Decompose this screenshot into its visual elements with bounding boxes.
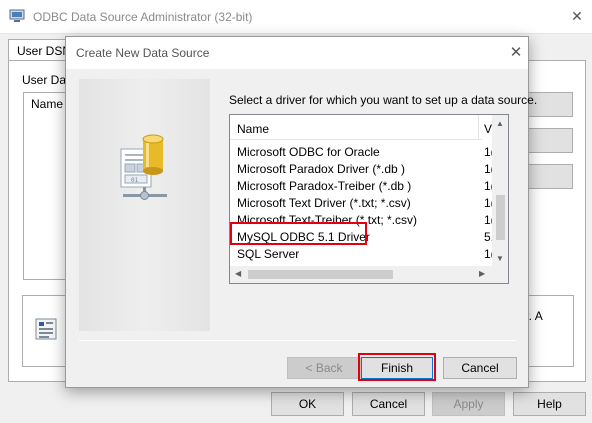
driver-name: SQL Server	[237, 247, 300, 261]
window-title: ODBC Data Source Administrator (32-bit)	[33, 10, 253, 24]
scroll-up-icon[interactable]: ▲	[496, 119, 504, 128]
wizard-graphic-panel: 01	[79, 79, 210, 331]
help-button[interactable]: Help	[513, 392, 586, 416]
driver-prompt: Select a driver for which you want to se…	[229, 93, 538, 107]
driver-version: 1(	[484, 213, 492, 227]
driver-version: 1(	[484, 247, 492, 261]
dialog-title: Create New Data Source	[76, 46, 210, 60]
driver-version: 5.	[484, 230, 492, 244]
horizontal-scroll-thumb[interactable]	[248, 270, 393, 279]
finish-button-highlight	[358, 353, 436, 381]
driver-version: 1(	[484, 162, 492, 176]
driver-version: 1(	[484, 196, 492, 210]
apply-button[interactable]: Apply	[432, 392, 505, 416]
svg-text:01: 01	[131, 177, 139, 184]
dsn-info-icon	[35, 318, 57, 340]
driver-version: 1(	[484, 145, 492, 159]
driver-name: Microsoft Text Driver (*.txt; *.csv)	[237, 196, 411, 210]
driver-row[interactable]: Microsoft ODBC for Oracle 1(	[230, 143, 492, 160]
scroll-right-icon[interactable]: ▶	[479, 269, 485, 278]
driver-row[interactable]: SQL Server 1(	[230, 245, 492, 262]
vertical-scrollbar[interactable]: ▲ ▼	[492, 115, 508, 266]
driver-row[interactable]: Microsoft Text Driver (*.txt; *.csv) 1(	[230, 194, 492, 211]
back-button[interactable]: < Back	[287, 357, 361, 379]
cancel-button[interactable]: Cancel	[352, 392, 425, 416]
driver-row[interactable]: Microsoft Paradox Driver (*.db ) 1(	[230, 160, 492, 177]
driver-list-header: Name V	[230, 115, 492, 140]
window-titlebar: ODBC Data Source Administrator (32-bit) …	[0, 0, 592, 34]
close-icon[interactable]: ✕	[566, 6, 588, 26]
scroll-left-icon[interactable]: ◀	[235, 269, 241, 278]
tab-user-dsn[interactable]: User DSN	[8, 39, 68, 61]
close-icon[interactable]: ✕	[506, 43, 526, 63]
cancel-button[interactable]: Cancel	[443, 357, 517, 379]
odbc-app-icon	[9, 9, 25, 22]
column-header-version[interactable]: V	[484, 122, 492, 136]
database-driver-icon: 01	[120, 134, 167, 200]
horizontal-scrollbar[interactable]: ◀ ▶	[230, 266, 492, 283]
driver-row[interactable]: Microsoft Paradox-Treiber (*.db ) 1(	[230, 177, 492, 194]
column-divider[interactable]	[478, 115, 479, 140]
vertical-scroll-thumb[interactable]	[496, 195, 505, 240]
driver-name: Microsoft Paradox-Treiber (*.db )	[237, 179, 412, 193]
scroll-down-icon[interactable]: ▼	[496, 254, 504, 263]
dialog-titlebar: Create New Data Source ✕	[66, 37, 528, 69]
list-column-name: Name	[31, 97, 64, 111]
dialog-divider	[79, 340, 516, 341]
driver-name: Microsoft ODBC for Oracle	[237, 145, 380, 159]
ok-button[interactable]: OK	[271, 392, 344, 416]
driver-list[interactable]: Name V Microsoft ODBC for Oracle 1( Micr…	[229, 114, 509, 284]
mysql-driver-highlight	[230, 222, 367, 245]
column-header-name[interactable]: Name	[237, 122, 269, 136]
driver-name: Microsoft Paradox Driver (*.db )	[237, 162, 406, 176]
driver-version: 1(	[484, 179, 492, 193]
scrollbar-corner	[492, 266, 508, 283]
create-new-data-source-dialog: Create New Data Source ✕ 01 Select a dri…	[65, 36, 537, 388]
